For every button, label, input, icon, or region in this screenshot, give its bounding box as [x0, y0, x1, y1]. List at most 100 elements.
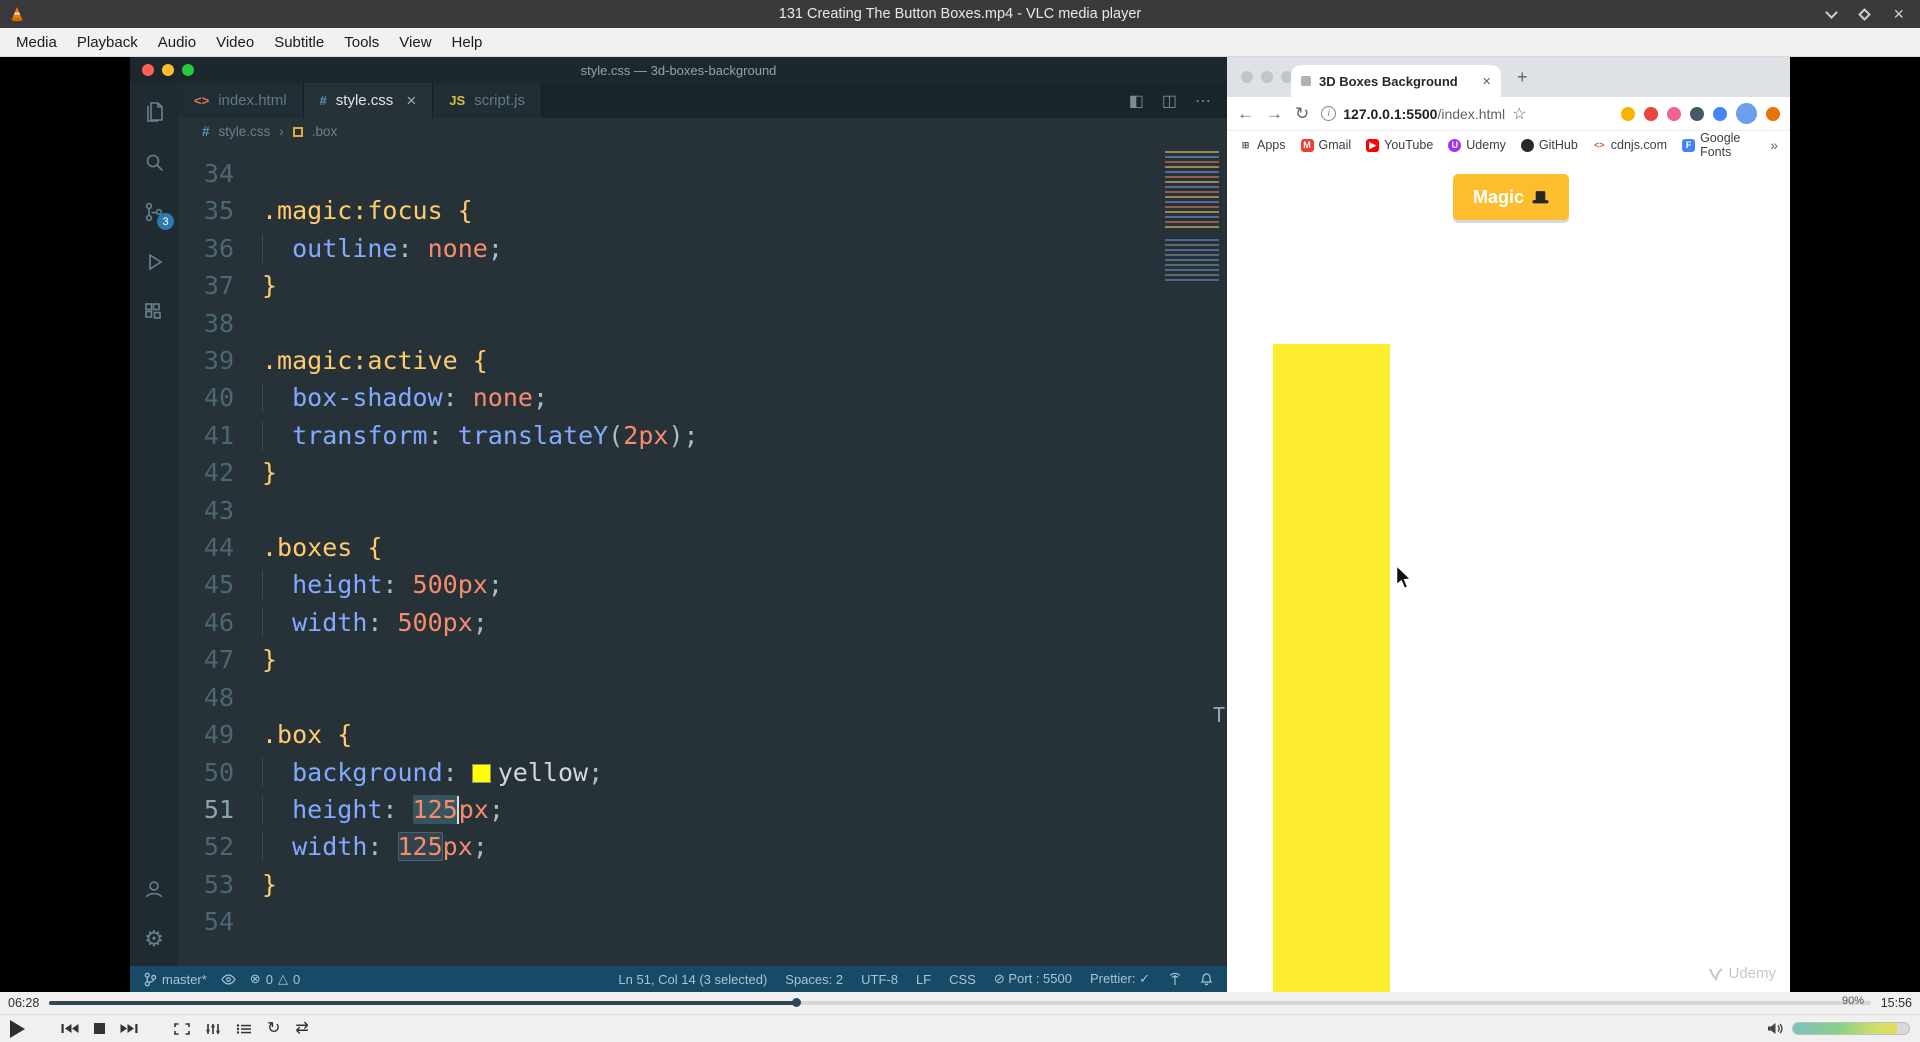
bell-icon[interactable]	[1200, 972, 1213, 986]
video-display[interactable]: style.css — 3d-boxes-background 3 ⚙ <> i…	[0, 57, 1920, 992]
extension-icon-pink[interactable]	[1667, 106, 1681, 121]
address-bar[interactable]: i 127.0.0.1:5500/index.html ☆	[1321, 104, 1609, 124]
code-line-42[interactable]: 42}	[192, 454, 1227, 491]
close-tab-icon[interactable]: ×	[406, 91, 416, 111]
code-line-35[interactable]: 35 .magic:focus {	[192, 192, 1227, 229]
open-changes-icon[interactable]: ◧	[1129, 91, 1144, 111]
maximize-button[interactable]	[1858, 7, 1872, 21]
bookmarks-overflow-icon[interactable]: »	[1770, 137, 1778, 153]
menu-playback[interactable]: Playback	[67, 31, 148, 54]
volume-slider[interactable]	[1792, 1022, 1910, 1035]
bookmark-google-fonts[interactable]: F Google Fonts	[1682, 131, 1755, 159]
code-line-34[interactable]: 34	[192, 155, 1227, 192]
code-line-48[interactable]: 48	[192, 679, 1227, 716]
status-item--port-5500[interactable]: ⊘ Port : 5500	[994, 971, 1072, 987]
menu-subtitle[interactable]: Subtitle	[264, 31, 334, 54]
split-editor-icon[interactable]: ◫	[1162, 91, 1177, 111]
editor-tab-style-css[interactable]: # style.css ×	[303, 83, 434, 118]
code-line-44[interactable]: 44 .boxes {	[192, 529, 1227, 566]
mac-close-button[interactable]	[1241, 71, 1253, 83]
git-branch-indicator[interactable]: master*	[144, 972, 207, 987]
back-button[interactable]: ←	[1237, 105, 1254, 122]
more-actions-icon[interactable]: ⋯	[1195, 91, 1211, 111]
new-tab-button[interactable]: +	[1517, 67, 1528, 88]
code-line-41[interactable]: 41 transform: translateY(2px);	[192, 417, 1227, 454]
radio-tower-icon[interactable]	[1168, 972, 1182, 986]
eye-icon[interactable]	[221, 973, 236, 985]
browser-tab[interactable]: 3D Boxes Background ×	[1291, 65, 1501, 97]
code-line-51[interactable]: 51 height: 125px;	[192, 791, 1227, 828]
code-line-38[interactable]: 38	[192, 305, 1227, 342]
explorer-icon[interactable]	[141, 99, 167, 125]
breadcrumb-symbol[interactable]: .box	[312, 124, 338, 139]
code-line-46[interactable]: 46 width: 500px;	[192, 604, 1227, 641]
bookmark-github[interactable]: GitHub	[1520, 138, 1578, 152]
code-line-47[interactable]: 47}	[192, 641, 1227, 678]
shuffle-button[interactable]: ⇄	[295, 1020, 308, 1037]
extension-icon-blue[interactable]	[1713, 106, 1727, 121]
status-item-prettier-[interactable]: Prettier: ✓	[1090, 971, 1150, 987]
status-item-spaces-2[interactable]: Spaces: 2	[785, 972, 843, 987]
source-control-icon[interactable]: 3	[141, 199, 174, 230]
mac-minimize-button[interactable]	[1261, 71, 1273, 83]
bookmark-gmail[interactable]: M Gmail	[1300, 138, 1351, 152]
menu-view[interactable]: View	[389, 31, 441, 54]
problems-indicator[interactable]: ⊗ 0 △ 0	[250, 971, 300, 987]
bookmark-cdnjs-com[interactable]: <> cdnjs.com	[1593, 138, 1667, 152]
bookmark-youtube[interactable]: ▶ YouTube	[1366, 138, 1433, 152]
code-line-49[interactable]: 49 .box {	[192, 716, 1227, 753]
seek-bar[interactable]	[49, 998, 1871, 1007]
bookmark-apps[interactable]: ⊞ Apps	[1239, 138, 1286, 152]
profile-avatar[interactable]	[1736, 103, 1757, 124]
menu-help[interactable]: Help	[442, 31, 493, 54]
reload-button[interactable]: ↻	[1295, 105, 1309, 122]
minimize-button[interactable]	[1825, 5, 1839, 19]
editor-tab-index-html[interactable]: <> index.html	[178, 83, 304, 118]
close-tab-icon[interactable]: ×	[1482, 73, 1491, 90]
extension-icon-red[interactable]	[1644, 106, 1658, 121]
extension-icon-yellow[interactable]	[1621, 106, 1635, 121]
bookmark-star-icon[interactable]: ☆	[1512, 104, 1526, 124]
code-line-50[interactable]: 50 background: yellow;	[192, 754, 1227, 791]
next-button[interactable]	[120, 1023, 138, 1034]
extension-icon-dark[interactable]	[1690, 106, 1704, 121]
code-line-37[interactable]: 37}	[192, 267, 1227, 304]
status-item-css[interactable]: CSS	[949, 972, 976, 987]
play-button[interactable]	[10, 1019, 25, 1038]
seek-handle[interactable]	[792, 998, 802, 1007]
update-indicator[interactable]	[1766, 106, 1780, 121]
menu-tools[interactable]: Tools	[334, 31, 389, 54]
run-debug-icon[interactable]	[141, 249, 167, 275]
forward-button[interactable]: →	[1266, 105, 1283, 122]
loop-button[interactable]: ↻	[267, 1020, 280, 1037]
search-icon[interactable]	[141, 149, 167, 175]
code-line-39[interactable]: 39 .magic:active {	[192, 342, 1227, 379]
status-item-utf-8[interactable]: UTF-8	[861, 972, 898, 987]
bookmark-udemy[interactable]: U Udemy	[1448, 138, 1506, 152]
menu-audio[interactable]: Audio	[148, 31, 206, 54]
previous-button[interactable]	[61, 1023, 79, 1034]
mac-close-button[interactable]	[142, 64, 154, 76]
extended-settings-button[interactable]	[205, 1023, 221, 1035]
code-editor[interactable]: 34 35 .magic:focus {36 outline: none; 37} 38…	[178, 145, 1227, 966]
fullscreen-button[interactable]	[174, 1022, 190, 1035]
menu-video[interactable]: Video	[206, 31, 264, 54]
breadcrumb[interactable]: # style.css › .box	[178, 118, 1227, 145]
close-button[interactable]: ×	[1893, 5, 1904, 23]
settings-gear-icon[interactable]: ⚙	[141, 926, 167, 952]
code-line-36[interactable]: 36 outline: none;	[192, 230, 1227, 267]
status-item-lf[interactable]: LF	[916, 972, 931, 987]
account-icon[interactable]	[141, 876, 167, 902]
status-item-ln-51-col-14-3-selec[interactable]: Ln 51, Col 14 (3 selected)	[618, 972, 767, 987]
minimap[interactable]	[1163, 151, 1219, 301]
editor-tab-script-js[interactable]: JS script.js	[433, 83, 542, 118]
mac-zoom-button[interactable]	[182, 64, 194, 76]
speaker-icon[interactable]	[1767, 1022, 1784, 1035]
code-line-45[interactable]: 45 height: 500px;	[192, 566, 1227, 603]
code-line-52[interactable]: 52 width: 125px;	[192, 828, 1227, 865]
code-line-43[interactable]: 43	[192, 492, 1227, 529]
playlist-button[interactable]	[236, 1023, 252, 1035]
site-info-icon[interactable]: i	[1321, 106, 1337, 121]
breadcrumb-file[interactable]: style.css	[219, 124, 271, 139]
code-line-53[interactable]: 53}	[192, 866, 1227, 903]
